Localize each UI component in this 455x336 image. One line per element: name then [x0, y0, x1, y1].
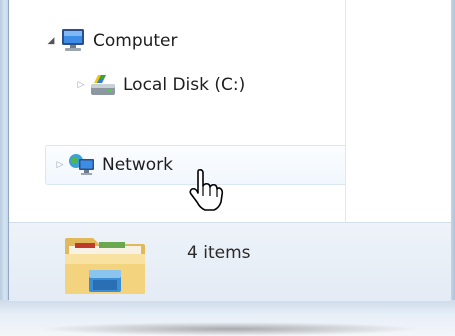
hand-pointer-cursor-icon [188, 168, 224, 212]
expand-arrow-icon[interactable]: ◢ [45, 36, 57, 46]
window-shadow [40, 322, 420, 336]
tree-item-label: Network [102, 155, 173, 175]
folder-libraries-icon [63, 230, 147, 296]
explorer-window: ◢ Computer ▷ Local Disk (C:) ▷ Network 4… [0, 0, 455, 336]
tree-item-label: Local Disk (C:) [123, 75, 246, 95]
tree-item-label: Computer [93, 31, 178, 51]
collapse-arrow-icon[interactable]: ▷ [75, 80, 87, 90]
network-icon [68, 152, 96, 178]
window-frame-right [451, 0, 455, 300]
window-frame-left [0, 0, 9, 300]
tree-item-computer[interactable]: ◢ Computer [45, 22, 178, 60]
navigation-pane[interactable]: ◢ Computer ▷ Local Disk (C:) ▷ Network [9, 0, 351, 222]
local-disk-icon [89, 72, 117, 98]
details-pane: 4 items [9, 222, 451, 301]
tree-item-local-disk[interactable]: ▷ Local Disk (C:) [75, 66, 245, 104]
collapse-arrow-icon[interactable]: ▷ [54, 160, 66, 170]
item-count-label: 4 items [187, 243, 251, 263]
computer-icon [59, 28, 87, 54]
content-pane[interactable] [346, 0, 451, 222]
